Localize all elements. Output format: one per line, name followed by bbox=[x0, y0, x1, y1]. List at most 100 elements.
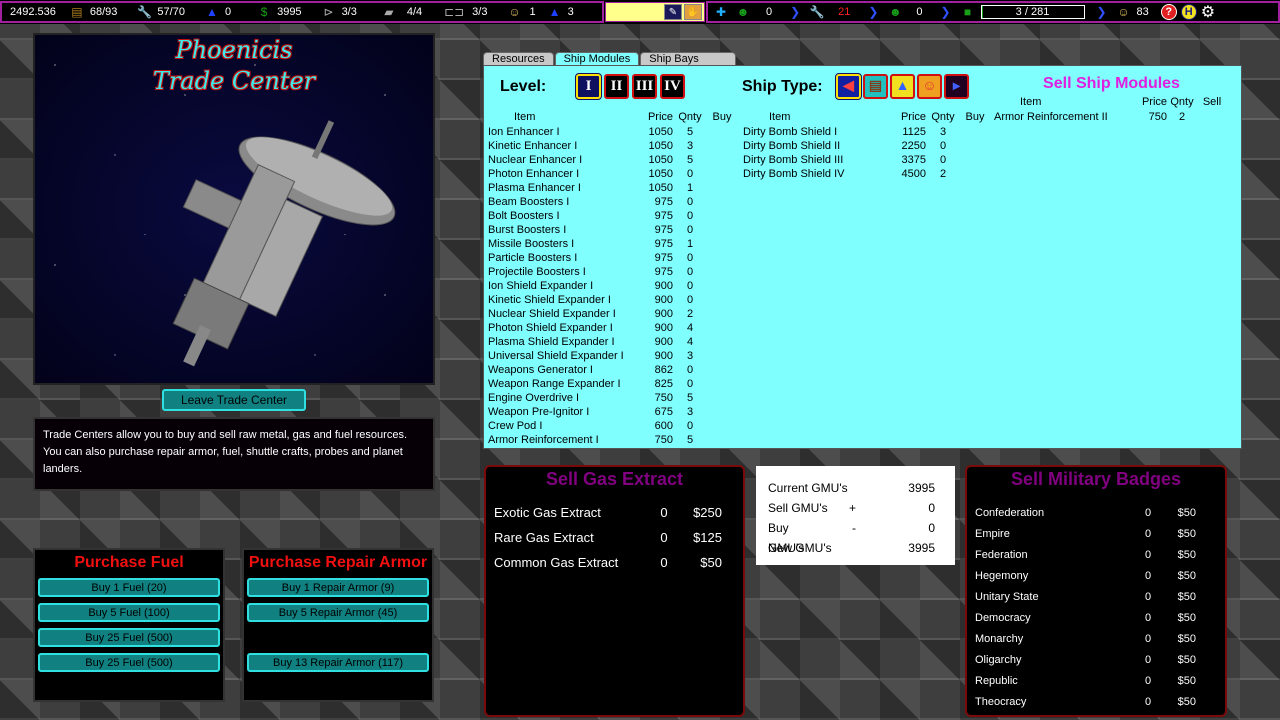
cargo-ship-icon[interactable]: ▤ bbox=[863, 74, 888, 99]
table-row[interactable]: Burst Boosters I 975 0 bbox=[488, 223, 737, 237]
table-row[interactable]: Beam Boosters I 975 0 bbox=[488, 195, 737, 209]
gas-row[interactable]: Common Gas Extract 0 $50 bbox=[486, 550, 743, 575]
buy-cell[interactable] bbox=[707, 307, 737, 321]
badge-row[interactable]: Unitary State 0 $50 bbox=[967, 587, 1225, 608]
buy-25-fuel-button[interactable]: Buy 25 Fuel (500) bbox=[38, 628, 220, 647]
table-row[interactable]: Dirty Bomb Shield II 2250 0 bbox=[743, 139, 990, 153]
table-row[interactable]: Photon Enhancer I 1050 0 bbox=[488, 167, 737, 181]
fighter-icon[interactable]: ◀ bbox=[835, 73, 862, 100]
shuttle-stat[interactable]: ⊳ 3/3 bbox=[320, 4, 357, 20]
table-row[interactable]: Crew Pod I 600 0 bbox=[488, 419, 737, 433]
buy-cell[interactable] bbox=[707, 279, 737, 293]
population-stat[interactable]: ❯ ☺ 83 bbox=[1093, 4, 1148, 20]
tab-ship-bays[interactable]: Ship Bays bbox=[640, 52, 736, 66]
table-row[interactable]: Universal Shield Expander I 900 3 bbox=[488, 349, 737, 363]
buy-cell[interactable] bbox=[960, 125, 990, 139]
table-row[interactable]: Engine Overdrive I 750 5 bbox=[488, 391, 737, 405]
buy-cell[interactable] bbox=[707, 153, 737, 167]
fuel-stat[interactable]: ▲ 0 bbox=[203, 4, 231, 20]
buy-cell[interactable] bbox=[960, 167, 990, 181]
badge-row[interactable]: Democracy 0 $50 bbox=[967, 608, 1225, 629]
buy-cell[interactable] bbox=[707, 391, 737, 405]
gas-row[interactable]: Rare Gas Extract 0 $125 bbox=[486, 525, 743, 550]
table-row[interactable]: Dirty Bomb Shield I 1125 3 bbox=[743, 125, 990, 139]
colony-ship-icon[interactable]: ☺ bbox=[917, 74, 942, 99]
leave-trade-center-button[interactable]: Leave Trade Center bbox=[162, 389, 306, 411]
level-1-button[interactable]: I bbox=[575, 73, 602, 100]
table-row[interactable]: Armor Reinforcement I 750 5 bbox=[488, 433, 737, 447]
buy-cell[interactable] bbox=[707, 167, 737, 181]
table-row[interactable]: Weapon Range Expander I 825 0 bbox=[488, 377, 737, 391]
fleet-icon[interactable]: ▸ bbox=[944, 74, 969, 99]
badge-row[interactable]: Theocracy 0 $50 bbox=[967, 692, 1225, 713]
log-icon[interactable]: ✎ bbox=[664, 4, 682, 20]
badge-row[interactable]: Monarchy 0 $50 bbox=[967, 629, 1225, 650]
table-row[interactable]: Dirty Bomb Shield III 3375 0 bbox=[743, 153, 990, 167]
table-row[interactable]: Bolt Boosters I 975 0 bbox=[488, 209, 737, 223]
table-row[interactable]: Weapon Pre-Ignitor I 675 3 bbox=[488, 405, 737, 419]
gas-row[interactable]: Exotic Gas Extract 0 $250 bbox=[486, 500, 743, 525]
repair-alert-stat[interactable]: ❯ 🔧 21 bbox=[786, 4, 850, 20]
buy-cell[interactable] bbox=[707, 363, 737, 377]
buy-cell[interactable] bbox=[707, 209, 737, 223]
crew-alert-stat[interactable]: ❯ ☻ 0 bbox=[864, 4, 922, 20]
tab-resources[interactable]: Resources bbox=[483, 52, 554, 66]
buy-5-armor-button[interactable]: Buy 5 Repair Armor (45) bbox=[247, 603, 429, 622]
buy-cell[interactable] bbox=[707, 265, 737, 279]
buy-cell[interactable] bbox=[707, 433, 737, 447]
gear-icon[interactable]: ⚙ bbox=[1201, 2, 1215, 22]
level-4-button[interactable]: IV bbox=[660, 74, 685, 99]
cargo-stat[interactable]: ▤ 68/93 bbox=[68, 4, 117, 20]
buy-cell[interactable] bbox=[707, 335, 737, 349]
table-row[interactable]: Projectile Boosters I 975 0 bbox=[488, 265, 737, 279]
handshake-icon[interactable]: ✋ bbox=[684, 4, 702, 20]
h-icon[interactable]: H bbox=[1180, 4, 1197, 20]
buy-cell[interactable] bbox=[707, 377, 737, 391]
buy-1-fuel-button[interactable]: Buy 1 Fuel (20) bbox=[38, 578, 220, 597]
buy-cell[interactable] bbox=[707, 223, 737, 237]
table-row[interactable]: Photon Shield Expander I 900 4 bbox=[488, 321, 737, 335]
badge-row[interactable]: Federation 0 $50 bbox=[967, 545, 1225, 566]
buy-cell[interactable] bbox=[707, 139, 737, 153]
table-row[interactable]: Plasma Shield Expander I 900 4 bbox=[488, 335, 737, 349]
badge-row[interactable]: Republic 0 $50 bbox=[967, 671, 1225, 692]
repair-stat[interactable]: 🔧 57/70 bbox=[135, 4, 185, 20]
badge-row[interactable]: Empire 0 $50 bbox=[967, 524, 1225, 545]
table-row[interactable]: Ion Shield Expander I 900 0 bbox=[488, 279, 737, 293]
buy-cell[interactable] bbox=[707, 321, 737, 335]
storage-stat[interactable]: ❯ ■ 3 / 281 bbox=[937, 4, 1085, 20]
badge-row[interactable]: Hegemony 0 $50 bbox=[967, 566, 1225, 587]
buy-cell[interactable] bbox=[960, 153, 990, 167]
table-row[interactable]: Dirty Bomb Shield IV 4500 2 bbox=[743, 167, 990, 181]
buy-cell[interactable] bbox=[707, 195, 737, 209]
badge-row[interactable]: Confederation 0 $50 bbox=[967, 503, 1225, 524]
help-icon[interactable]: ? bbox=[1160, 4, 1177, 20]
level-2-button[interactable]: II bbox=[604, 74, 629, 99]
table-row[interactable]: Armor Reinforcement II 750 2 bbox=[994, 110, 1227, 124]
buy-5-fuel-button[interactable]: Buy 5 Fuel (100) bbox=[38, 603, 220, 622]
buy-cell[interactable] bbox=[707, 181, 737, 195]
message-box[interactable]: ✎ ✋ bbox=[605, 2, 705, 22]
table-row[interactable]: Missile Boosters I 975 1 bbox=[488, 237, 737, 251]
buy-cell[interactable] bbox=[960, 139, 990, 153]
table-row[interactable]: Nuclear Enhancer I 1050 5 bbox=[488, 153, 737, 167]
table-row[interactable]: Weapons Generator I 862 0 bbox=[488, 363, 737, 377]
probe-stat[interactable]: ⊏⊐ 3/3 bbox=[440, 4, 487, 20]
table-row[interactable]: Ion Enhancer I 1050 5 bbox=[488, 125, 737, 139]
table-row[interactable]: Kinetic Shield Expander I 900 0 bbox=[488, 293, 737, 307]
badge-row[interactable]: Oligarchy 0 $50 bbox=[967, 650, 1225, 671]
buy-cell[interactable] bbox=[707, 293, 737, 307]
crew-stat[interactable]: ☺ 1 bbox=[503, 4, 535, 20]
table-row[interactable]: Kinetic Enhancer I 1050 3 bbox=[488, 139, 737, 153]
flask-stat[interactable]: ▲ 3 bbox=[546, 4, 574, 20]
sell-cell[interactable] bbox=[1197, 110, 1227, 124]
buy-cell[interactable] bbox=[707, 125, 737, 139]
table-row[interactable]: Plasma Enhancer I 1050 1 bbox=[488, 181, 737, 195]
buy-cell[interactable] bbox=[707, 251, 737, 265]
buy-25-fuel-button-2[interactable]: Buy 25 Fuel (500) bbox=[38, 653, 220, 672]
table-row[interactable]: Particle Boosters I 975 0 bbox=[488, 251, 737, 265]
buy-cell[interactable] bbox=[707, 237, 737, 251]
science-ship-icon[interactable]: ▲ bbox=[890, 74, 915, 99]
level-3-button[interactable]: III bbox=[632, 74, 657, 99]
medical-stat[interactable]: ✚ ☻ 0 bbox=[712, 4, 772, 20]
